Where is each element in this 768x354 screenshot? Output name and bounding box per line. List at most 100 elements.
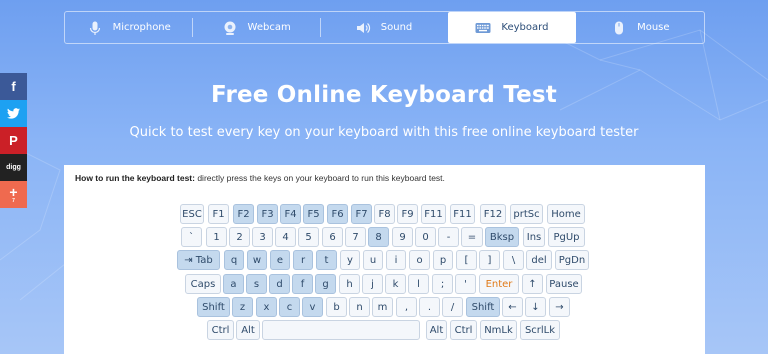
key-caps[interactable]: Caps: [185, 274, 221, 294]
key-f6[interactable]: F6: [327, 204, 348, 224]
key-minus[interactable]: -: [438, 227, 459, 247]
key-c[interactable]: c: [279, 297, 300, 317]
key-8[interactable]: 8: [368, 227, 389, 247]
key-bksp[interactable]: Bksp: [485, 227, 519, 247]
nav-label: Mouse: [637, 22, 670, 33]
key-n[interactable]: n: [349, 297, 370, 317]
key-scrllk[interactable]: ScrlLk: [520, 320, 560, 340]
key-shift[interactable]: Shift: [197, 297, 230, 317]
nav-label: Microphone: [112, 22, 171, 33]
key-alt[interactable]: Alt: [426, 320, 447, 340]
key-d[interactable]: d: [269, 274, 290, 294]
key-q[interactable]: q: [224, 250, 244, 270]
key-enter[interactable]: Enter: [479, 274, 519, 294]
key-2[interactable]: 2: [229, 227, 250, 247]
more-share-button[interactable]: + 7: [0, 181, 27, 208]
key-9[interactable]: 9: [392, 227, 413, 247]
key-f4[interactable]: F4: [280, 204, 301, 224]
key-t[interactable]: t: [316, 250, 337, 270]
key-slash[interactable]: /: [442, 297, 463, 317]
mouse-icon: [615, 21, 624, 34]
twitter-icon: [7, 108, 20, 119]
key-arrow-down[interactable]: ↓: [525, 297, 546, 317]
key-k[interactable]: k: [385, 274, 406, 294]
key-r[interactable]: r: [293, 250, 313, 270]
key-shift[interactable]: Shift: [466, 297, 500, 317]
key-arrow-up[interactable]: ↑: [522, 274, 543, 294]
key-f[interactable]: f: [292, 274, 313, 294]
key-6[interactable]: 6: [322, 227, 343, 247]
key-o[interactable]: o: [409, 250, 430, 270]
key-space[interactable]: [262, 320, 420, 340]
nav-item-sound[interactable]: Sound: [319, 12, 447, 43]
nav-label: Sound: [380, 22, 413, 33]
key-alt[interactable]: Alt: [236, 320, 260, 340]
key-prtsc[interactable]: prtSc: [510, 204, 543, 224]
key-f3[interactable]: F3: [257, 204, 278, 224]
key-h[interactable]: h: [339, 274, 360, 294]
key-7[interactable]: 7: [345, 227, 366, 247]
key-f2[interactable]: F2: [233, 204, 254, 224]
digg-share-button[interactable]: digg: [0, 154, 27, 181]
key-y[interactable]: y: [340, 250, 360, 270]
page-title: Free Online Keyboard Test: [211, 82, 557, 108]
instructions: How to run the keyboard test: directly p…: [75, 173, 445, 183]
key-1[interactable]: 1: [206, 227, 227, 247]
key-ctrl[interactable]: Ctrl: [450, 320, 477, 340]
key-a[interactable]: a: [223, 274, 244, 294]
key-semicolon[interactable]: ;: [432, 274, 453, 294]
key-home[interactable]: Home: [547, 204, 585, 224]
key-pgup[interactable]: PgUp: [548, 227, 585, 247]
key-v[interactable]: v: [302, 297, 323, 317]
key-s[interactable]: s: [246, 274, 267, 294]
nav-item-webcam[interactable]: Webcam: [192, 12, 319, 43]
key-period[interactable]: .: [419, 297, 440, 317]
key-ctrl[interactable]: Ctrl: [207, 320, 234, 340]
key-f12[interactable]: F12: [480, 204, 506, 224]
key-4[interactable]: 4: [275, 227, 296, 247]
key-backslash[interactable]: \: [503, 250, 524, 270]
key-0[interactable]: 0: [415, 227, 436, 247]
key-f1[interactable]: F1: [208, 204, 229, 224]
key-arrow-left[interactable]: ←: [502, 297, 523, 317]
key-m[interactable]: m: [372, 297, 393, 317]
key-pause[interactable]: Pause: [546, 274, 582, 294]
nav-item-keyboard[interactable]: Keyboard: [448, 12, 576, 43]
key-p[interactable]: p: [433, 250, 453, 270]
key-right-bracket[interactable]: ]: [479, 250, 500, 270]
key-quote[interactable]: ': [455, 274, 476, 294]
key-3[interactable]: 3: [252, 227, 273, 247]
top-nav: Microphone Webcam Sound Keyboard Mouse: [64, 11, 705, 44]
key-comma[interactable]: ,: [396, 297, 417, 317]
nav-item-mouse[interactable]: Mouse: [577, 12, 704, 43]
key-w[interactable]: w: [247, 250, 267, 270]
key-u[interactable]: u: [363, 250, 383, 270]
key-f7[interactable]: F7: [351, 204, 372, 224]
key-b[interactable]: b: [326, 297, 347, 317]
key-l[interactable]: l: [408, 274, 429, 294]
key-z[interactable]: z: [232, 297, 253, 317]
key-g[interactable]: g: [315, 274, 336, 294]
key-f8[interactable]: F8: [374, 204, 395, 224]
key-esc[interactable]: ESC: [180, 204, 204, 224]
key-f5[interactable]: F5: [303, 204, 324, 224]
key-f11[interactable]: F11: [421, 204, 446, 224]
key-j[interactable]: j: [362, 274, 383, 294]
key-backtick[interactable]: `: [181, 227, 202, 247]
key-nmlk[interactable]: NmLk: [480, 320, 517, 340]
key-5[interactable]: 5: [298, 227, 319, 247]
key-x[interactable]: x: [256, 297, 277, 317]
key-del[interactable]: del: [526, 250, 552, 270]
key-i[interactable]: i: [386, 250, 406, 270]
key-tab[interactable]: ⇥ Tab: [177, 250, 220, 270]
key-e[interactable]: e: [270, 250, 290, 270]
key-f9[interactable]: F9: [397, 204, 418, 224]
nav-item-microphone[interactable]: Microphone: [65, 12, 192, 43]
key-left-bracket[interactable]: [: [456, 250, 477, 270]
key-equals[interactable]: =: [461, 227, 483, 247]
key-pgdn[interactable]: PgDn: [555, 250, 589, 270]
digg-icon: digg: [6, 164, 21, 171]
key-ins[interactable]: Ins: [523, 227, 545, 247]
key-arrow-right[interactable]: →: [549, 297, 570, 317]
key-f11[interactable]: F11: [450, 204, 475, 224]
